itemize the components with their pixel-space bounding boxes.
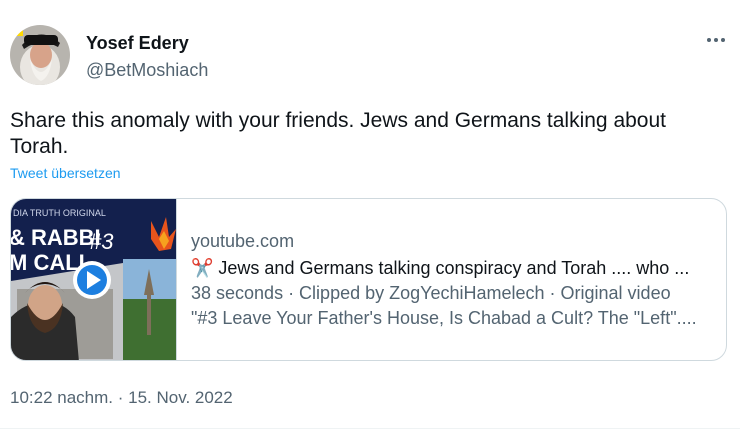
card-domain: youtube.com bbox=[191, 231, 295, 251]
more-horizontal-icon bbox=[707, 38, 725, 42]
card-video-description: "#3 Leave Your Father's House, Is Chabad… bbox=[191, 308, 697, 328]
link-preview-card[interactable]: DIA TRUTH ORIGINAL & RABBI M CALL #3 you… bbox=[10, 198, 727, 361]
card-clip-info: 38 seconds · Clipped by ZogYechiHamelech… bbox=[191, 283, 671, 303]
tweet-text: Share this anomaly with your friends. Je… bbox=[10, 109, 666, 158]
thumbnail-caption-line2: & RABBI bbox=[11, 225, 101, 250]
author-handle[interactable]: @BetMoshiach bbox=[86, 58, 208, 82]
video-thumbnail-image: DIA TRUTH ORIGINAL & RABBI M CALL #3 bbox=[11, 199, 176, 360]
tweet: Yosef Edery @BetMoshiach Share this anom… bbox=[0, 0, 740, 433]
thumbnail-caption-line1: DIA TRUTH ORIGINAL bbox=[13, 208, 106, 218]
card-title: ✂️ Jews and Germans talking conspiracy a… bbox=[191, 258, 690, 278]
author-block: Yosef Edery @BetMoshiach bbox=[86, 32, 208, 82]
card-thumbnail: DIA TRUTH ORIGINAL & RABBI M CALL #3 bbox=[11, 199, 177, 360]
translate-tweet-link[interactable]: Tweet übersetzen bbox=[10, 165, 121, 181]
tweet-timestamp[interactable]: 10:22 nachm. · 15. Nov. 2022 bbox=[10, 388, 233, 408]
avatar-image bbox=[10, 25, 70, 85]
author-display-name[interactable]: Yosef Edery bbox=[86, 32, 208, 54]
avatar[interactable] bbox=[10, 25, 70, 85]
divider bbox=[0, 428, 740, 429]
card-body: youtube.com ✂️ Jews and Germans talking … bbox=[191, 229, 721, 331]
thumbnail-episode-number: #3 bbox=[89, 229, 114, 254]
more-options-button[interactable] bbox=[704, 31, 728, 49]
